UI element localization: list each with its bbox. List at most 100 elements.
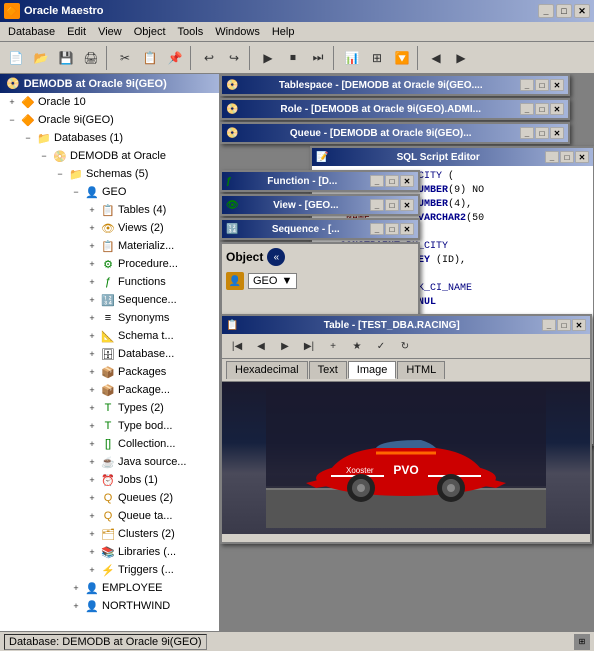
role-close[interactable]: ✕ xyxy=(550,103,564,115)
queue-win-controls[interactable]: _ □ ✕ xyxy=(520,127,564,139)
role-maximize[interactable]: □ xyxy=(535,103,549,115)
queue-title-bar[interactable]: 📀 Queue - [DEMODB at Oracle 9i(GEO)... _… xyxy=(222,124,568,142)
sequence-maximize[interactable]: □ xyxy=(385,223,399,235)
tree-sequences[interactable]: + 🔢 Sequence... xyxy=(0,291,219,309)
tree-schemas[interactable]: − 📁 Schemas (5) xyxy=(0,165,219,183)
function-win-controls[interactable]: _ □ ✕ xyxy=(370,175,414,187)
tablespace-minimize[interactable]: _ xyxy=(520,79,534,91)
role-win-controls[interactable]: _ □ ✕ xyxy=(520,103,564,115)
undo-button[interactable]: ↩ xyxy=(197,46,221,70)
table-viewer-maximize[interactable]: □ xyxy=(557,319,571,331)
expander-java-sources[interactable]: + xyxy=(84,454,100,470)
sequence-title-bar[interactable]: 🔢 Sequence - [... _ □ ✕ xyxy=(222,220,418,238)
expander-jobs[interactable]: + xyxy=(84,472,100,488)
tree-employee[interactable]: + 👤 EMPLOYEE xyxy=(0,579,219,597)
tab-hexadecimal[interactable]: Hexadecimal xyxy=(226,361,308,379)
tree-geo[interactable]: − 👤 GEO xyxy=(0,183,219,201)
tablespace-maximize[interactable]: □ xyxy=(535,79,549,91)
expander-demodb[interactable]: − xyxy=(36,148,52,164)
stop-button[interactable]: ⏹ xyxy=(281,46,305,70)
nav-first[interactable]: |◀ xyxy=(226,336,248,356)
tree-libraries[interactable]: + 📚 Libraries (... xyxy=(0,543,219,561)
tree-type-bodies[interactable]: + T Type bod... xyxy=(0,417,219,435)
sequence-minimize[interactable]: _ xyxy=(370,223,384,235)
expander-employee[interactable]: + xyxy=(68,580,84,596)
expander-procedures[interactable]: + xyxy=(84,256,100,272)
tree-database-links[interactable]: + 🗄 Database... xyxy=(0,345,219,363)
minimize-button[interactable]: _ xyxy=(538,4,554,18)
role-title-bar[interactable]: 📀 Role - [DEMODB at Oracle 9i(GEO).ADMI.… xyxy=(222,100,568,118)
tree-types[interactable]: + T Types (2) xyxy=(0,399,219,417)
tree-collections[interactable]: + [] Collection... xyxy=(0,435,219,453)
expander-views[interactable]: + xyxy=(84,220,100,236)
function-title-bar[interactable]: ƒ Function - [D... _ □ ✕ xyxy=(222,172,418,190)
view-maximize[interactable]: □ xyxy=(385,199,399,211)
step-button[interactable]: ⏭ xyxy=(306,46,330,70)
schema-dropdown[interactable]: GEO ▼ xyxy=(248,273,297,289)
new-button[interactable]: 📄 xyxy=(4,46,28,70)
nav-star[interactable]: ★ xyxy=(346,336,368,356)
expander-clusters[interactable]: + xyxy=(84,526,100,542)
tab-text[interactable]: Text xyxy=(309,361,347,379)
expander-geo[interactable]: − xyxy=(68,184,84,200)
nav-last[interactable]: ▶| xyxy=(298,336,320,356)
tree-triggers[interactable]: + ⚡ Triggers (... xyxy=(0,561,219,579)
table-viewer-title-bar[interactable]: 📋 Table - [TEST_DBA.RACING] _ □ ✕ xyxy=(222,316,590,334)
table-viewer-close[interactable]: ✕ xyxy=(572,319,586,331)
tree-queues[interactable]: + Q Queues (2) xyxy=(0,489,219,507)
window-controls[interactable]: _ □ ✕ xyxy=(538,4,590,18)
expander-types[interactable]: + xyxy=(84,400,100,416)
maximize-button[interactable]: □ xyxy=(556,4,572,18)
save-button[interactable]: 💾 xyxy=(54,46,78,70)
table-viewer-minimize[interactable]: _ xyxy=(542,319,556,331)
tablespace-win-controls[interactable]: _ □ ✕ xyxy=(520,79,564,91)
tree-java-sources[interactable]: + ☕ Java source... xyxy=(0,453,219,471)
cut-button[interactable]: ✂ xyxy=(113,46,137,70)
tree-jobs[interactable]: + ⏰ Jobs (1) xyxy=(0,471,219,489)
open-button[interactable]: 📂 xyxy=(29,46,53,70)
menu-help[interactable]: Help xyxy=(266,24,301,40)
expander-oracle9i[interactable]: − xyxy=(4,112,20,128)
expander-triggers[interactable]: + xyxy=(84,562,100,578)
expander-package-bodies[interactable]: + xyxy=(84,382,100,398)
object-collapse-button[interactable]: « xyxy=(267,248,285,266)
nav-refresh[interactable]: ↻ xyxy=(394,336,416,356)
expander-queue-tables[interactable]: + xyxy=(84,508,100,524)
sql-editor-win-controls[interactable]: _ □ ✕ xyxy=(545,151,589,163)
nav-next[interactable]: ▶ xyxy=(274,336,296,356)
prev-button[interactable]: ◀ xyxy=(424,46,448,70)
grid-button[interactable]: ⊞ xyxy=(365,46,389,70)
menu-object[interactable]: Object xyxy=(128,24,172,40)
tablespace-title-bar[interactable]: 📀 Tablespace - [DEMODB at Oracle 9i(GEO.… xyxy=(222,76,568,94)
menu-tools[interactable]: Tools xyxy=(172,24,210,40)
function-close[interactable]: ✕ xyxy=(400,175,414,187)
chart-button[interactable]: 📊 xyxy=(340,46,364,70)
tree-oracle9i[interactable]: − 🔶 Oracle 9i(GEO) xyxy=(0,111,219,129)
table-viewer-win-controls[interactable]: _ □ ✕ xyxy=(542,319,586,331)
redo-button[interactable]: ↪ xyxy=(222,46,246,70)
queue-close[interactable]: ✕ xyxy=(550,127,564,139)
sequence-win-controls[interactable]: _ □ ✕ xyxy=(370,223,414,235)
sequence-close[interactable]: ✕ xyxy=(400,223,414,235)
sql-editor-maximize[interactable]: □ xyxy=(560,151,574,163)
tree-views[interactable]: + 👁 Views (2) xyxy=(0,219,219,237)
tree-procedures[interactable]: + ⚙ Procedure... xyxy=(0,255,219,273)
expander-packages[interactable]: + xyxy=(84,364,100,380)
run-button[interactable]: ▶ xyxy=(256,46,280,70)
view-minimize[interactable]: _ xyxy=(370,199,384,211)
menu-view[interactable]: View xyxy=(92,24,128,40)
menu-database[interactable]: Database xyxy=(2,24,61,40)
role-minimize[interactable]: _ xyxy=(520,103,534,115)
tree-packages[interactable]: + 📦 Packages xyxy=(0,363,219,381)
tree-oracle10[interactable]: + 🔶 Oracle 10 xyxy=(0,93,219,111)
sql-editor-close[interactable]: ✕ xyxy=(575,151,589,163)
expander-databases[interactable]: − xyxy=(20,130,36,146)
copy-button[interactable]: 📋 xyxy=(138,46,162,70)
tree-northwind[interactable]: + 👤 NORTHWIND xyxy=(0,597,219,615)
close-button[interactable]: ✕ xyxy=(574,4,590,18)
status-resize-handle[interactable]: ⊞ xyxy=(574,634,590,650)
nav-prev[interactable]: ◀ xyxy=(250,336,272,356)
view-win-controls[interactable]: _ □ ✕ xyxy=(370,199,414,211)
tree-demodb[interactable]: − 📀 DEMODB at Oracle xyxy=(0,147,219,165)
paste-button[interactable]: 📌 xyxy=(163,46,187,70)
